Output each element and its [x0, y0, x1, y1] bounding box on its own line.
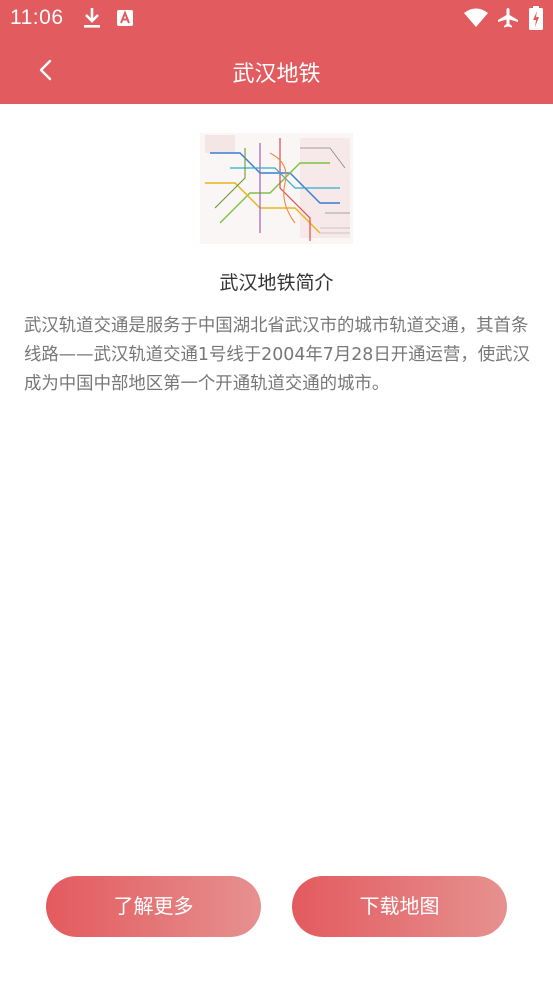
intro-body: 武汉轨道交通是服务于中国湖北省武汉市的城市轨道交通，其首条线路——武汉轨道交通1… — [24, 316, 530, 394]
page-title: 武汉地铁 — [232, 62, 321, 87]
airplane-icon — [498, 8, 518, 28]
a-notification-icon — [117, 10, 133, 26]
app-bar: 武汉地铁 — [0, 36, 553, 104]
metro-map-thumbnail[interactable] — [200, 133, 353, 244]
status-time: 11:06 — [10, 6, 64, 29]
learn-more-button[interactable]: 了解更多 — [46, 876, 261, 937]
download-map-button[interactable]: 下载地图 — [292, 876, 507, 937]
intro-title: 武汉地铁简介 — [219, 272, 334, 294]
wifi-icon — [464, 8, 488, 27]
status-bar: 11:06 — [0, 0, 553, 36]
battery-icon — [529, 6, 543, 30]
download-icon — [84, 8, 100, 28]
metro-map-image — [200, 133, 353, 244]
